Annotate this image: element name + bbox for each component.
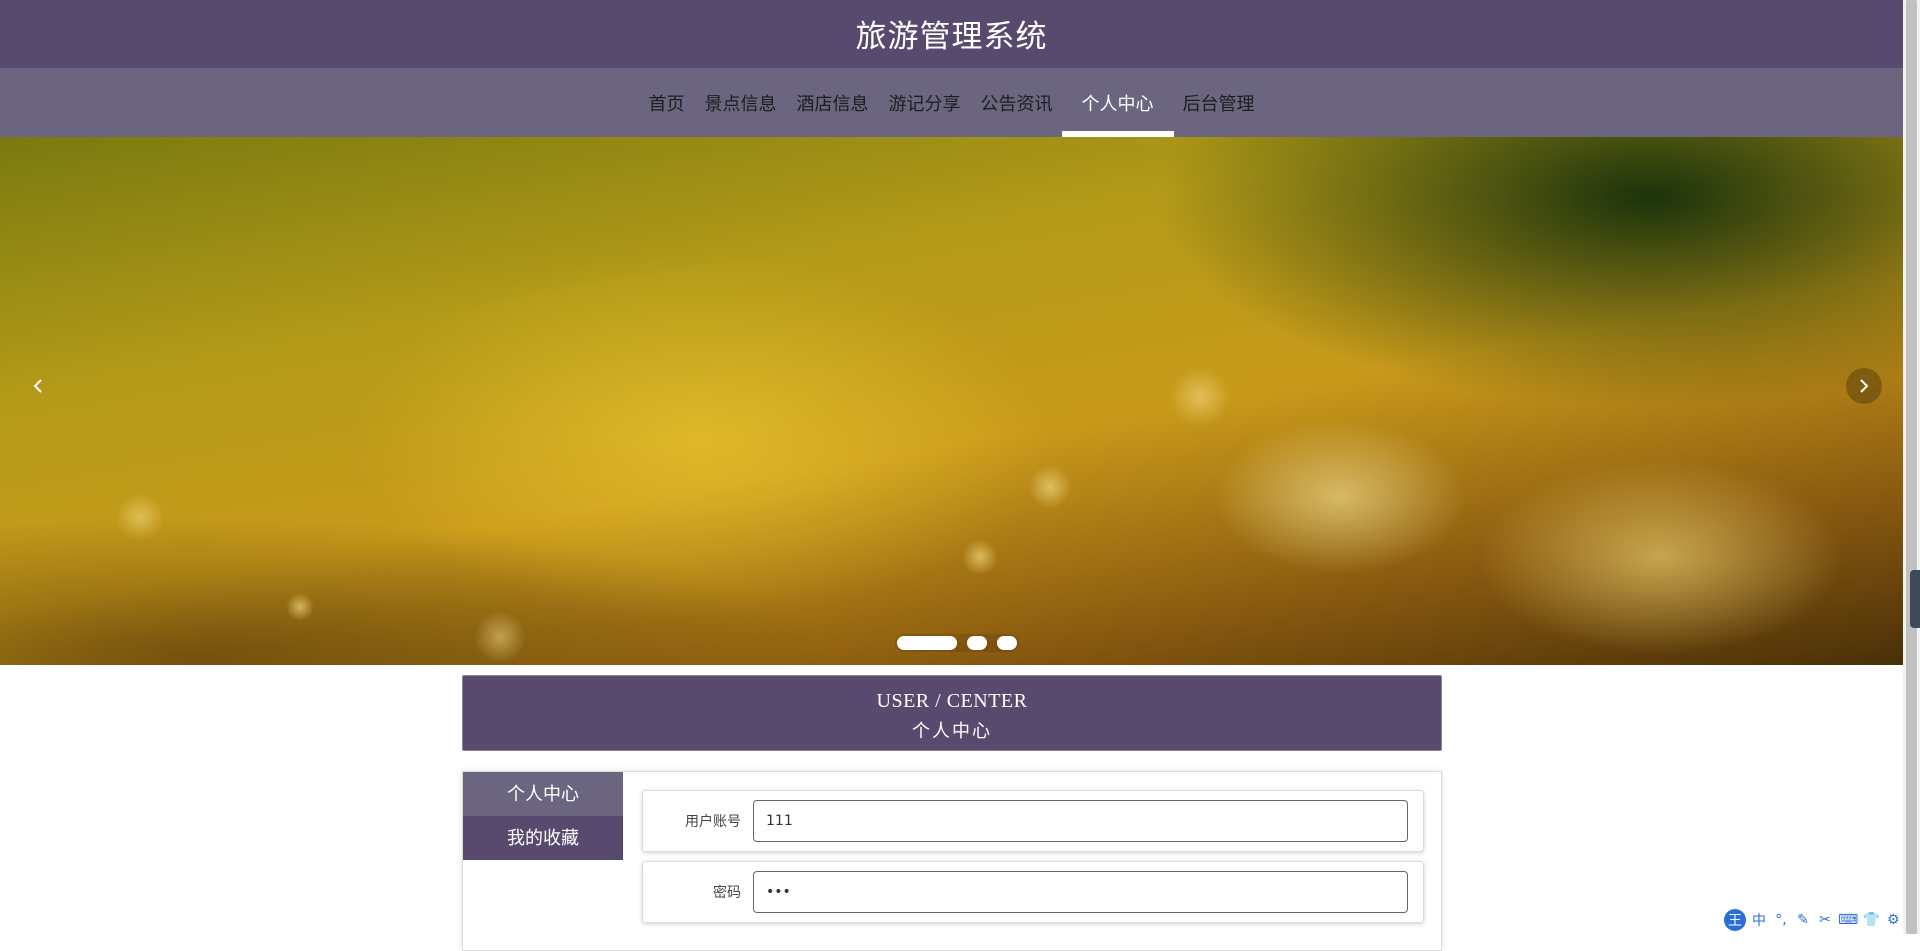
nav-item-travel-notes[interactable]: 游记分享 [878,68,972,137]
carousel-dot-1[interactable] [897,636,957,650]
carousel-indicators [895,634,1019,652]
site-header: 旅游管理系统 [0,0,1903,68]
nav-item-home[interactable]: 首页 [638,68,696,137]
password-label: 密码 [713,885,741,901]
ime-settings-icon[interactable]: ⚙ [1884,912,1902,928]
main-nav: 首页 景点信息 酒店信息 游记分享 公告资讯 个人中心 后台管理 [0,68,1903,137]
site-title: 旅游管理系统 [855,18,1048,55]
carousel-dot-3[interactable] [997,636,1017,650]
nav-item-hotels[interactable]: 酒店信息 [786,68,880,137]
ime-screenshot-icon[interactable]: ✂ [1816,912,1834,928]
user-center-panel: 个人中心 我的收藏 用户账号 111 密码 ••• [462,771,1442,951]
chevron-left-icon [33,379,42,393]
ime-chinese-mode-icon[interactable]: 中 [1750,910,1768,930]
ime-toolbar: 王 中 °, ✎ ✂ ⌨ 👕 ⚙ [1724,908,1903,932]
ime-handwriting-icon[interactable]: ✎ [1794,912,1812,928]
ime-keyboard-icon[interactable]: ⌨ [1838,912,1858,928]
carousel-prev-button[interactable] [20,368,56,404]
banner-carousel [0,137,1903,665]
chevron-right-icon [1860,379,1869,393]
password-input[interactable]: ••• [753,871,1408,913]
section-title: USER / CENTER 个人中心 [462,675,1442,751]
page-scrollbar[interactable] [1903,0,1920,934]
banner-image [0,137,1903,665]
scrollbar-thumb[interactable] [1906,0,1917,934]
side-menu-item-favorites[interactable]: 我的收藏 [463,816,623,860]
account-input[interactable]: 111 [753,800,1408,842]
side-menu-item-user-center[interactable]: 个人中心 [463,772,623,816]
section-title-cn: 个人中心 [912,721,992,741]
side-menu: 个人中心 我的收藏 [463,772,623,950]
profile-form: 用户账号 111 密码 ••• [642,790,1424,932]
nav-item-announcements[interactable]: 公告资讯 [970,68,1064,137]
ime-logo-icon[interactable]: 王 [1724,909,1746,931]
carousel-dot-2[interactable] [967,636,987,650]
nav-item-attractions[interactable]: 景点信息 [694,68,788,137]
form-row-password: 密码 ••• [642,861,1424,923]
form-row-account: 用户账号 111 [642,790,1424,852]
section-title-en: USER / CENTER [876,690,1028,712]
carousel-next-button[interactable] [1846,368,1882,404]
side-edge-tab[interactable] [1910,570,1920,628]
ime-skin-icon[interactable]: 👕 [1862,912,1880,928]
nav-item-user-center[interactable]: 个人中心 [1061,68,1174,137]
account-label: 用户账号 [685,814,741,830]
ime-punctuation-icon[interactable]: °, [1772,912,1790,928]
nav-item-admin[interactable]: 后台管理 [1172,68,1266,137]
